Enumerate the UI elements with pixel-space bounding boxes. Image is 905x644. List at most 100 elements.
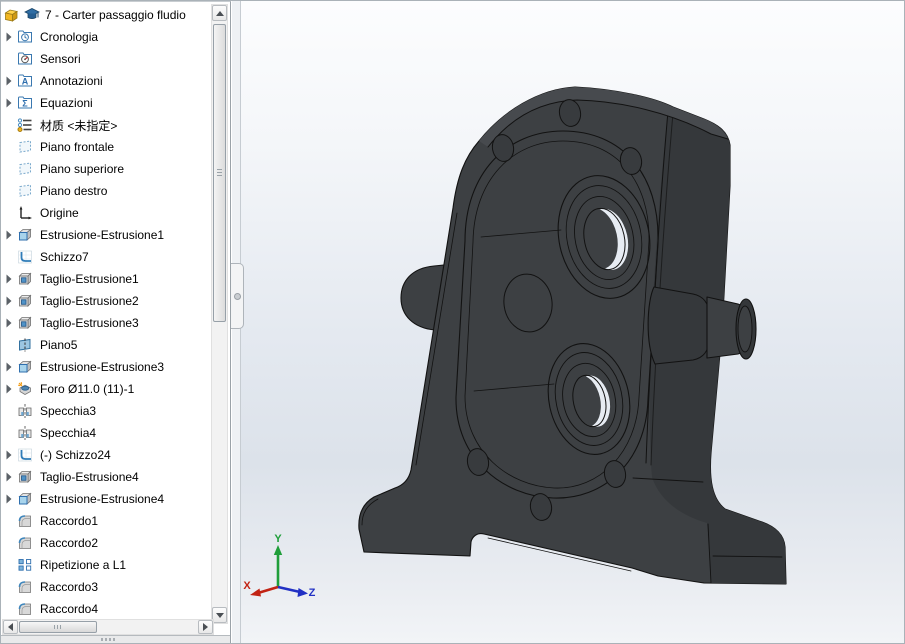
scroll-left-icon[interactable]	[3, 620, 18, 634]
feature-tree: 7 - Carter passaggio fludio Cronologia Sen…	[1, 4, 210, 620]
panel-bottom-resize-strip[interactable]	[1, 635, 230, 643]
tree-item[interactable]: Taglio-Estrusione1	[1, 268, 210, 290]
ref-plane-icon	[17, 337, 34, 353]
tree-item[interactable]: 材质 <未指定>	[1, 114, 210, 136]
tree-root-item[interactable]: 7 - Carter passaggio fludio	[1, 4, 210, 26]
tree-item[interactable]: Specchia3	[1, 400, 210, 422]
expand-arrow-icon[interactable]	[1, 273, 17, 285]
tree-item-label: Taglio-Estrusione4	[40, 470, 139, 484]
tree-item[interactable]: Sensori	[1, 48, 210, 70]
history-folder-icon	[17, 29, 34, 45]
tree-item[interactable]: Foro Ø11.0 (11)-1	[1, 378, 210, 400]
cut-extrude-icon	[17, 469, 34, 485]
tree-vertical-scrollbar[interactable]	[211, 4, 228, 624]
expand-arrow-icon[interactable]	[1, 229, 17, 241]
material-icon	[17, 117, 34, 133]
tree-item[interactable]: Taglio-Estrusione4	[1, 466, 210, 488]
tree-item-label: Equazioni	[40, 96, 93, 110]
tree-item-label: Estrusione-Estrusione1	[40, 228, 165, 242]
tree-item[interactable]: Piano destro	[1, 180, 210, 202]
tree-item[interactable]: Piano frontale	[1, 136, 210, 158]
tree-item[interactable]: Raccordo4	[1, 598, 210, 620]
tree-item-label: Specchia3	[40, 404, 97, 418]
tree-item[interactable]: Estrusione-Estrusione1	[1, 224, 210, 246]
tree-item-label: 材质 <未指定>	[40, 118, 118, 133]
tree-item[interactable]: Cronologia	[1, 26, 210, 48]
svg-text:Σ: Σ	[22, 99, 28, 109]
tree-item-label: (-) Schizzo24	[40, 448, 111, 462]
tree-item-label: Taglio-Estrusione3	[40, 316, 139, 330]
panel-splitter-handle[interactable]	[231, 263, 244, 329]
tree-horizontal-scrollbar[interactable]	[2, 619, 214, 635]
origin-icon	[17, 205, 34, 221]
tree-item-label: Piano destro	[40, 184, 108, 198]
right-port-shoulder	[647, 286, 710, 365]
tree-item-label: Cronologia	[40, 30, 99, 44]
vertical-scroll-thumb[interactable]	[213, 24, 226, 322]
cut-extrude-icon	[17, 315, 34, 331]
scroll-right-icon[interactable]	[198, 620, 213, 634]
sketch-icon	[17, 447, 34, 463]
tree-item-label: Piano frontale	[40, 140, 115, 154]
tree-item[interactable]: Estrusione-Estrusione3	[1, 356, 210, 378]
expand-arrow-icon[interactable]	[1, 449, 17, 461]
tree-item-label: Sensori	[40, 52, 81, 66]
horizontal-scroll-thumb[interactable]	[19, 621, 97, 633]
tree-root-label: 7 - Carter passaggio fludio	[45, 8, 186, 22]
tree-item[interactable]: Raccordo2	[1, 532, 210, 554]
tree-item-label: Raccordo2	[40, 536, 99, 550]
graphics-viewport[interactable]: Y X Z	[241, 1, 904, 643]
expand-arrow-icon[interactable]	[1, 317, 17, 329]
expand-arrow-icon[interactable]	[1, 97, 17, 109]
pump-casing-model[interactable]: Y X Z	[241, 1, 905, 644]
tree-item[interactable]: Ripetizione a L1	[1, 554, 210, 576]
part-icon	[4, 7, 21, 23]
scroll-up-icon[interactable]	[212, 5, 227, 21]
expand-arrow-icon[interactable]	[1, 383, 17, 395]
fillet-icon	[17, 535, 34, 551]
tree-item-label: Origine	[40, 206, 79, 220]
expand-arrow-icon[interactable]	[1, 361, 17, 373]
expand-arrow-icon[interactable]	[1, 295, 17, 307]
linear-pattern-icon	[17, 557, 34, 573]
fillet-icon	[17, 601, 34, 617]
tree-item-label: Foro Ø11.0 (11)-1	[40, 382, 135, 396]
tree-item[interactable]: Raccordo1	[1, 510, 210, 532]
cap-icon	[24, 7, 41, 23]
x-axis-arrow-icon	[250, 588, 261, 597]
orientation-triad: Y X Z	[243, 533, 315, 599]
plane-icon	[17, 183, 34, 199]
tree-item[interactable]: Piano superiore	[1, 158, 210, 180]
tree-item[interactable]: Piano5	[1, 334, 210, 356]
expand-arrow-icon[interactable]	[1, 471, 17, 483]
mirror-icon	[17, 403, 34, 419]
tree-item[interactable]: Origine	[1, 202, 210, 224]
tree-item[interactable]: Estrusione-Estrusione4	[1, 488, 210, 510]
tree-item[interactable]: A Annotazioni	[1, 70, 210, 92]
sensors-folder-icon	[17, 51, 34, 67]
tree-item-label: Ripetizione a L1	[40, 558, 127, 572]
hole-wizard-icon	[17, 381, 34, 397]
expand-arrow-icon[interactable]	[1, 31, 17, 43]
boss-extrude-icon	[17, 359, 34, 375]
solidworks-window: 7 - Carter passaggio fludio Cronologia Sen…	[0, 0, 905, 644]
scroll-down-icon[interactable]	[212, 607, 227, 623]
tree-item[interactable]: Raccordo3	[1, 576, 210, 598]
tree-item-label: Piano superiore	[40, 162, 125, 176]
tree-item[interactable]: Σ Equazioni	[1, 92, 210, 114]
tree-item[interactable]: Taglio-Estrusione2	[1, 290, 210, 312]
annotations-folder-icon: A	[17, 73, 34, 89]
tree-item-label: Estrusione-Estrusione4	[40, 492, 165, 506]
tree-item[interactable]: (-) Schizzo24	[1, 444, 210, 466]
expand-arrow-icon[interactable]	[1, 493, 17, 505]
equations-folder-icon: Σ	[17, 95, 34, 111]
tree-item[interactable]: Taglio-Estrusione3	[1, 312, 210, 334]
tree-item[interactable]: Schizzo7	[1, 246, 210, 268]
triad-y-label: Y	[274, 533, 282, 545]
cut-extrude-icon	[17, 293, 34, 309]
expand-arrow-icon[interactable]	[1, 75, 17, 87]
tree-item[interactable]: Specchia4	[1, 422, 210, 444]
tree-item-label: Raccordo3	[40, 580, 99, 594]
boss-extrude-icon	[17, 227, 34, 243]
tree-item-label: Raccordo4	[40, 602, 99, 616]
